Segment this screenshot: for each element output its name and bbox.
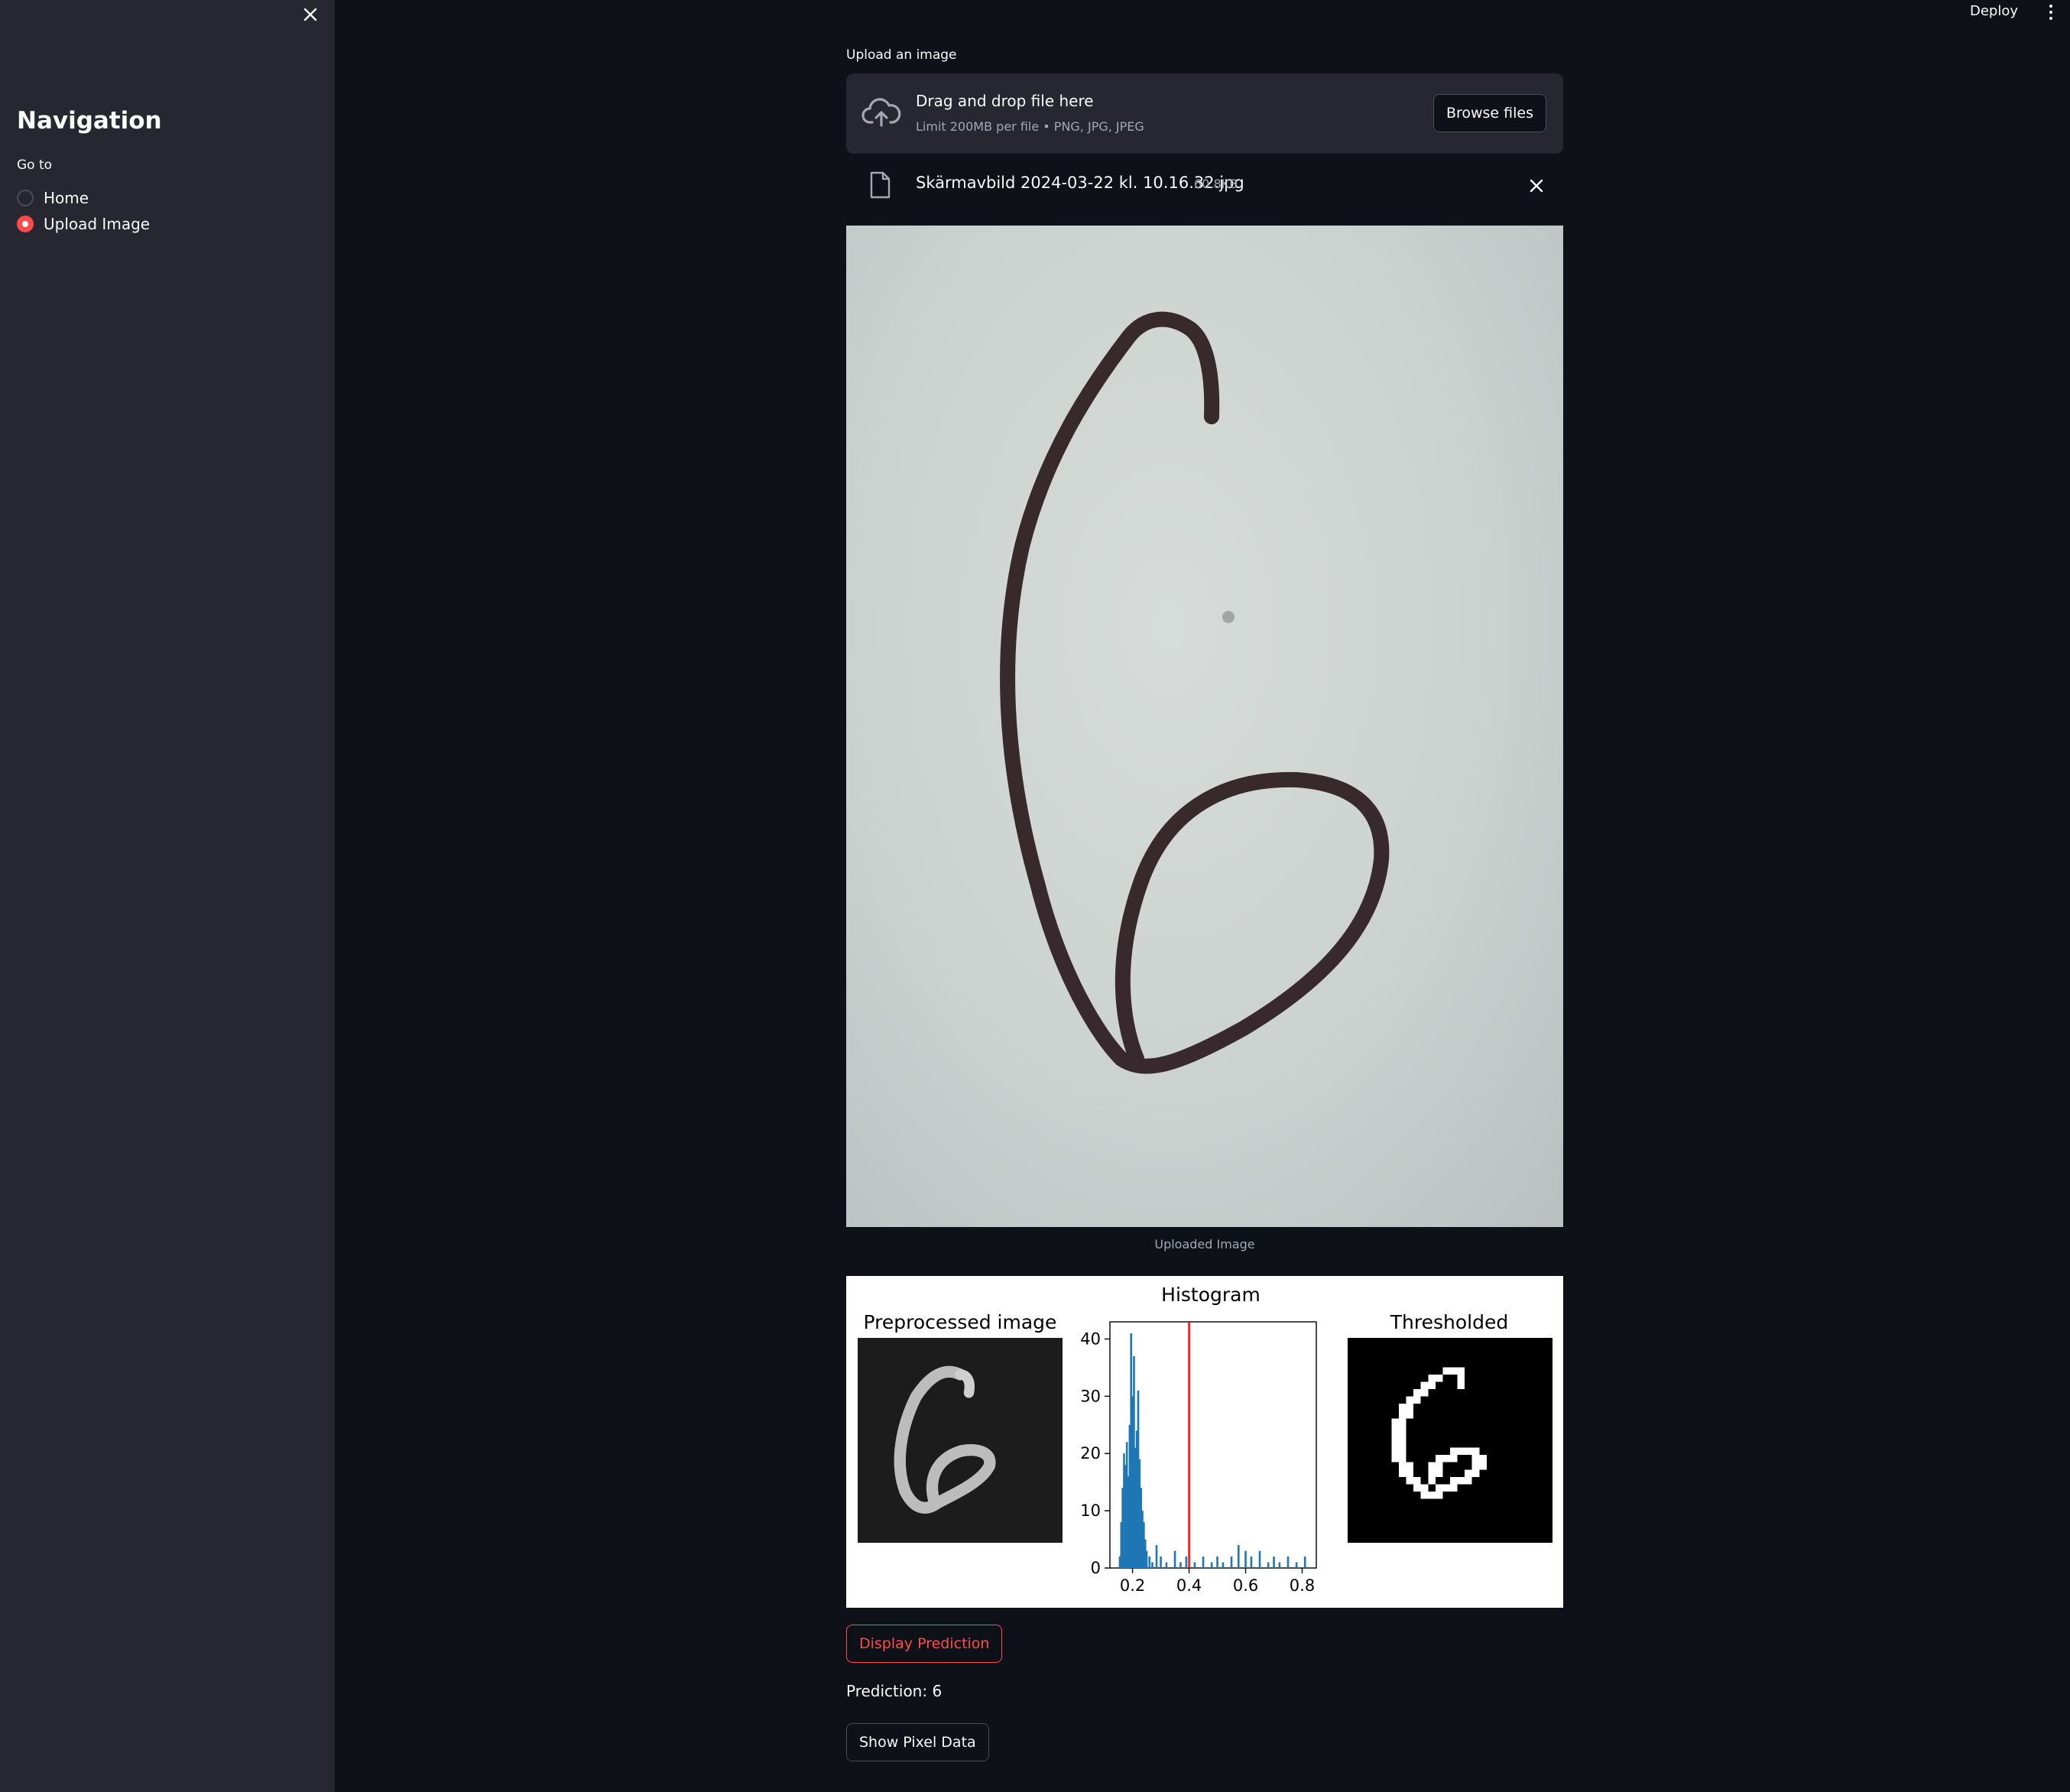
- histogram-bar: [1210, 1562, 1213, 1568]
- file-dropzone[interactable]: Drag and drop file here Limit 200MB per …: [846, 73, 1563, 154]
- histogram-bar: [1273, 1557, 1275, 1568]
- prediction-text: Prediction: 6: [846, 1682, 943, 1700]
- radio-option-label: Home: [44, 189, 89, 207]
- remove-file-icon[interactable]: [1527, 176, 1546, 196]
- histogram-chart: 0.2 0.4 0.6 0.8 0 10 20 30 40: [1080, 1321, 1317, 1595]
- dropzone-subtitle: Limit 200MB per file • PNG, JPG, JPEG: [916, 119, 1144, 134]
- preprocessed-title: Preprocessed image: [863, 1311, 1057, 1333]
- y-tick-label: 40: [1080, 1329, 1101, 1348]
- x-tick-label: 0.4: [1176, 1576, 1202, 1595]
- show-pixel-data-button[interactable]: Show Pixel Data: [846, 1723, 989, 1761]
- y-tick-label: 30: [1080, 1387, 1101, 1405]
- uploader-label: Upload an image: [846, 47, 957, 63]
- plot-panel: Preprocessed image Histogram 0.2 0.4 0.6 0.…: [846, 1276, 1563, 1608]
- histogram-bar: [1155, 1545, 1158, 1568]
- histogram-bar: [1237, 1545, 1240, 1568]
- main-menu-icon[interactable]: [2042, 0, 2059, 24]
- histogram-bar: [1258, 1550, 1261, 1568]
- histogram-bar: [1145, 1550, 1148, 1568]
- sidebar: Navigation Go to Home Upload Image: [0, 0, 335, 1792]
- histogram-bar: [1173, 1550, 1176, 1568]
- histogram-bar: [1179, 1562, 1182, 1568]
- x-tick-label: 0.6: [1233, 1576, 1258, 1595]
- radio-option-home[interactable]: Home: [17, 185, 150, 211]
- x-tick-label: 0.8: [1290, 1576, 1315, 1595]
- uploaded-image: [846, 226, 1563, 1227]
- uploaded-file-row: Skärmavbild 2024-03-22 kl. 10.16.32.jpg …: [846, 167, 1563, 205]
- histogram-bar: [1160, 1557, 1162, 1568]
- deploy-button[interactable]: Deploy: [1970, 3, 2018, 19]
- histogram-bar: [1286, 1557, 1290, 1568]
- preprocessed-image: [858, 1338, 1063, 1543]
- histogram-bar: [1185, 1557, 1188, 1568]
- radio-option-upload-image[interactable]: Upload Image: [17, 211, 150, 237]
- histogram-bar: [1216, 1557, 1218, 1568]
- close-sidebar-icon[interactable]: [300, 5, 320, 24]
- histogram-bar: [1151, 1562, 1153, 1568]
- chart-title: Histogram: [1161, 1284, 1260, 1306]
- histogram-bar: [1267, 1562, 1270, 1568]
- histogram-bar: [1202, 1557, 1205, 1568]
- histogram-bar: [1278, 1562, 1281, 1568]
- radio-unchecked-icon[interactable]: [17, 190, 34, 206]
- histogram-bar: [1244, 1550, 1247, 1568]
- file-icon: [870, 171, 891, 199]
- histogram-bar: [1193, 1562, 1196, 1568]
- histogram-bar: [1165, 1562, 1168, 1568]
- histogram-bar: [1222, 1562, 1225, 1568]
- file-size: 60.8KB: [1194, 177, 1238, 191]
- histogram-bar: [1303, 1557, 1306, 1568]
- y-tick-label: 0: [1091, 1559, 1101, 1577]
- cloud-upload-icon: [861, 98, 901, 127]
- radio-group-label: Go to: [17, 157, 53, 173]
- handwritten-digit-photo: [1000, 311, 1390, 1074]
- histogram-bar: [1295, 1562, 1298, 1568]
- image-caption: Uploaded Image: [1154, 1237, 1255, 1251]
- histogram-bar: [1148, 1557, 1151, 1568]
- dropzone-title: Drag and drop file here: [916, 92, 1094, 110]
- y-tick-label: 10: [1080, 1501, 1101, 1520]
- histogram-bar: [1250, 1557, 1253, 1568]
- display-prediction-button[interactable]: Display Prediction: [846, 1625, 1003, 1663]
- thresholded-title: Thresholded: [1390, 1311, 1509, 1333]
- histogram-bar: [1230, 1557, 1233, 1568]
- radio-checked-icon[interactable]: [17, 216, 34, 232]
- radio-option-label: Upload Image: [44, 215, 151, 233]
- thresholded-image: [1348, 1338, 1552, 1543]
- browse-files-button[interactable]: Browse files: [1432, 94, 1546, 132]
- nav-radio-group: Home Upload Image: [17, 185, 150, 237]
- x-tick-label: 0.2: [1120, 1576, 1145, 1595]
- sidebar-title: Navigation: [17, 107, 162, 135]
- y-tick-label: 20: [1080, 1444, 1101, 1462]
